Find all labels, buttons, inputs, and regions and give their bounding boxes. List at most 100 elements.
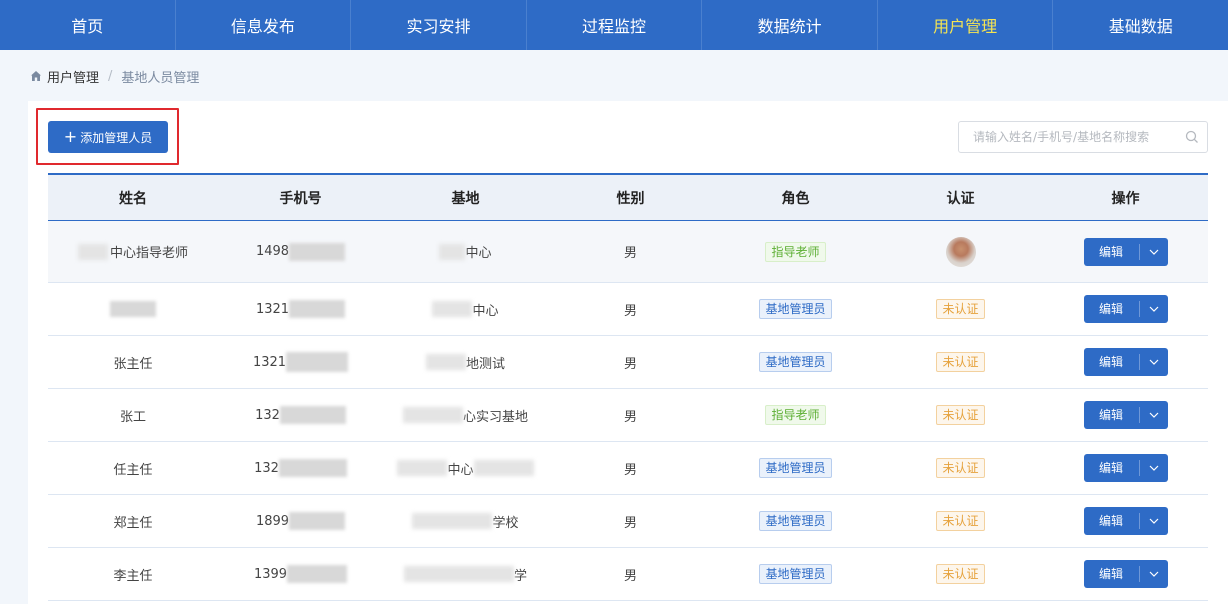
cell-auth: 未认证 [878,548,1043,600]
edit-button[interactable]: 编辑 [1084,513,1140,529]
cell-gender: 男 [623,515,637,531]
cell-phone: 1399 [218,548,383,600]
cell-gender: 男 [623,568,637,584]
cell-base: 中心 [383,283,548,335]
cell-phone: 1899 [218,495,383,547]
auth-status-badge: 未认证 [936,405,985,425]
edit-split-button: 编辑 [1083,560,1168,588]
col-header-role: 角色 [781,190,810,207]
cell-phone: 132 [218,442,383,494]
table-row[interactable]: 张主任 1321 地测试 男 基地管理员 未认证 编辑 [48,336,1208,389]
cell-actions: 编辑 [1043,389,1208,441]
chevron-down-icon[interactable] [1140,465,1168,471]
cell-actions: 编辑 [1043,495,1208,547]
edit-split-button: 编辑 [1083,348,1168,376]
cell-auth [878,221,1043,282]
cell-base: 中心 [383,221,548,282]
cell-role: 基地管理员 [713,442,878,494]
chevron-down-icon[interactable] [1140,249,1168,255]
chevron-down-icon[interactable] [1140,359,1168,365]
auth-status-badge: 未认证 [936,458,985,478]
cell-gender: 男 [623,303,637,319]
cell-gender: 男 [623,356,637,372]
cell-phone: 1321 [218,336,383,388]
nav-item-user-management[interactable]: 用户管理 [878,0,1054,50]
edit-split-button: 编辑 [1083,507,1168,535]
table-row[interactable]: 任主任 132 中心 男 基地管理员 未认证 编辑 [48,442,1208,495]
breadcrumb-separator: / [108,68,113,84]
cell-auth: 未认证 [878,495,1043,547]
cell-auth: 未认证 [878,336,1043,388]
chevron-down-icon[interactable] [1140,306,1168,312]
table-row[interactable]: 1321 中心 男 基地管理员 未认证 编辑 [48,283,1208,336]
main-panel: + 添加管理人员 姓名 手机号 基地 性别 角色 认证 操作 中心指导老师 14… [28,101,1228,604]
cell-name: 李主任 [113,568,153,584]
search-box[interactable] [958,121,1208,153]
add-manager-button[interactable]: + 添加管理人员 [48,121,168,153]
cell-auth: 未认证 [878,389,1043,441]
cell-base: 地测试 [383,336,548,388]
cell-name: 张工 [119,409,146,425]
cell-phone: 132 [218,389,383,441]
role-tag: 基地管理员 [759,458,832,478]
role-tag: 基地管理员 [759,352,832,372]
cell-gender: 男 [623,462,637,478]
cell-gender: 男 [623,409,637,425]
edit-split-button: 编辑 [1083,295,1168,323]
auth-status-badge: 未认证 [936,352,985,372]
nav-item-home[interactable]: 首页 [0,0,176,50]
cell-name: 中心指导老师 [48,221,218,282]
table-row[interactable]: 郑主任 1899 学校 男 基地管理员 未认证 编辑 [48,495,1208,548]
role-tag: 基地管理员 [759,564,832,584]
cell-role: 指导老师 [713,389,878,441]
cell-gender: 男 [623,246,637,261]
nav-item-info-publish[interactable]: 信息发布 [176,0,352,50]
edit-button[interactable]: 编辑 [1084,354,1140,370]
cell-role: 基地管理员 [713,283,878,335]
col-header-gender: 性别 [616,190,645,207]
table-row[interactable]: 李主任 1399 学 男 基地管理员 未认证 编辑 [48,548,1208,601]
role-tag: 基地管理员 [759,511,832,531]
home-icon[interactable] [30,70,42,82]
nav-item-basic-data[interactable]: 基础数据 [1053,0,1228,50]
cell-name: 张主任 [113,356,153,372]
cell-base: 心实习基地 [383,389,548,441]
col-header-phone: 手机号 [279,190,322,207]
edit-button[interactable]: 编辑 [1084,407,1140,423]
search-icon[interactable] [1185,130,1199,144]
cell-actions: 编辑 [1043,548,1208,600]
col-header-auth: 认证 [946,190,975,207]
cell-actions: 编辑 [1043,283,1208,335]
cell-phone: 1321 [218,283,383,335]
table-row[interactable]: 中心指导老师 1498 中心 男 指导老师 编辑 [48,221,1208,283]
edit-button[interactable]: 编辑 [1084,460,1140,476]
breadcrumb: 用户管理 / 基地人员管理 [30,67,200,86]
auth-status-badge: 未认证 [936,511,985,531]
chevron-down-icon[interactable] [1140,518,1168,524]
cell-actions: 编辑 [1043,221,1208,282]
cell-base: 学 [383,548,548,600]
edit-split-button: 编辑 [1083,237,1168,266]
avatar[interactable] [945,236,976,267]
table-row[interactable]: 张工 132 心实习基地 男 指导老师 未认证 编辑 [48,389,1208,442]
cell-role: 指导老师 [713,221,878,282]
breadcrumb-base-staff-management: 基地人员管理 [121,70,200,86]
edit-split-button: 编辑 [1083,401,1168,429]
edit-button[interactable]: 编辑 [1084,566,1140,582]
edit-split-button: 编辑 [1083,454,1168,482]
nav-item-internship-arrangement[interactable]: 实习安排 [351,0,527,50]
nav-item-data-statistics[interactable]: 数据统计 [702,0,878,50]
auth-status-badge: 未认证 [936,564,985,584]
chevron-down-icon[interactable] [1140,412,1168,418]
edit-button[interactable]: 编辑 [1084,301,1140,317]
add-manager-label: 添加管理人员 [80,130,153,145]
nav-item-process-monitoring[interactable]: 过程监控 [527,0,703,50]
chevron-down-icon[interactable] [1140,571,1168,577]
breadcrumb-user-management[interactable]: 用户管理 [47,67,99,86]
edit-button[interactable]: 编辑 [1084,243,1140,260]
cell-actions: 编辑 [1043,336,1208,388]
search-input[interactable] [973,130,1173,144]
role-tag: 基地管理员 [759,299,832,319]
staff-table: 姓名 手机号 基地 性别 角色 认证 操作 中心指导老师 1498 中心 男 指… [48,173,1208,601]
cell-auth: 未认证 [878,283,1043,335]
